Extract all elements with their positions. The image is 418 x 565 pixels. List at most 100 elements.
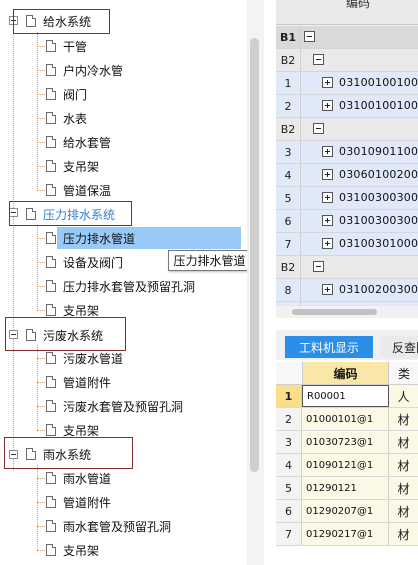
grid-row[interactable]: 3 030109011001 [276, 141, 418, 164]
tab-resource-display[interactable]: 工料机显示 [285, 336, 373, 358]
resource-row[interactable]: 7 01290217@1 材 [276, 523, 418, 546]
document-icon [46, 112, 56, 124]
tree-item[interactable]: 户内冷水管 [46, 59, 123, 81]
grid-row[interactable]: 1 031001001001 [276, 72, 418, 95]
row-number: 8 [276, 279, 301, 301]
resource-row[interactable]: 5 01290121 材 [276, 477, 418, 500]
expand-toggle[interactable] [322, 284, 333, 295]
row-number: 3 [276, 431, 302, 453]
tooltip: 压力排水管道 [168, 250, 251, 271]
tree-item-selected[interactable]: 压力排水管道 [46, 227, 135, 249]
grid-group-row[interactable]: B1 [276, 26, 418, 49]
tree-item[interactable]: 干管 [46, 35, 87, 57]
tree-item[interactable]: 管道附件 [46, 371, 111, 393]
tab-reverse-lookup[interactable]: 反查图 [380, 336, 418, 358]
tree-item[interactable]: 雨水套管及预留孔洞 [46, 515, 171, 537]
document-icon [46, 160, 56, 172]
row-number: 7 [276, 523, 302, 545]
resource-code[interactable]: R00001 [302, 385, 389, 407]
tree-item[interactable]: 设备及阀门 [46, 251, 123, 273]
tree-item[interactable]: 管道附件 [46, 491, 111, 513]
expand-toggle[interactable] [322, 77, 333, 88]
resource-code[interactable]: 01290121 [302, 477, 389, 499]
tree-scrollbar[interactable] [247, 0, 264, 565]
grid-horizontal-scrollbar[interactable] [276, 306, 418, 318]
annotation-box [5, 317, 126, 351]
document-icon [46, 40, 56, 52]
column-header-code[interactable]: 编码 [302, 362, 389, 384]
row-number: 5 [276, 477, 302, 499]
expand-toggle[interactable] [322, 192, 333, 203]
row-number: 5 [276, 187, 301, 209]
item-code: 030601002002 [339, 168, 418, 181]
document-icon [46, 256, 56, 268]
resource-grid-header: 编码 类别 [276, 362, 418, 398]
scrollbar-thumb[interactable] [292, 309, 377, 315]
expand-toggle[interactable] [322, 146, 333, 157]
resource-row[interactable]: 6 01290207@1 材 [276, 500, 418, 523]
annotation-box [13, 9, 110, 34]
grid-row[interactable]: 4 030601002002 [276, 164, 418, 187]
expand-toggle[interactable] [322, 100, 333, 111]
item-code: 031003003003 [339, 191, 418, 204]
row-number: B1 [276, 26, 301, 48]
expand-toggle[interactable] [322, 215, 333, 226]
resource-row[interactable]: 2 01000101@1 材 [276, 408, 418, 431]
tree-item[interactable]: 支吊架 [46, 539, 99, 561]
tree-item[interactable]: 雨水管道 [46, 467, 111, 489]
grid-row[interactable]: 8 031002003007 [276, 279, 418, 302]
tree-item[interactable]: 污废水套管及预留孔洞 [46, 395, 183, 417]
grid-row[interactable]: 6 031003003004 [276, 210, 418, 233]
resource-category: 材 [389, 454, 418, 476]
resource-code[interactable]: 01090121@1 [302, 454, 389, 476]
resource-code[interactable]: 01290207@1 [302, 500, 389, 522]
document-icon [46, 64, 56, 76]
grid-group-row[interactable]: B2 [276, 49, 418, 72]
item-code: 031001001001 [339, 76, 418, 89]
tree-panel: 给水系统 干管 户内冷水管 阀门 水表 给水套管 支吊架 管道保温 压力排水系统… [0, 0, 264, 565]
row-number: 3 [276, 141, 301, 163]
item-code: 031001001002 [339, 99, 418, 112]
tree-connector [13, 18, 14, 470]
row-number: 1 [276, 385, 302, 407]
resource-row[interactable]: 3 01030723@1 材 [276, 431, 418, 454]
grid-group-row[interactable]: B2 [276, 118, 418, 141]
expand-toggle[interactable] [322, 238, 333, 249]
resource-code[interactable]: 01290217@1 [302, 523, 389, 545]
resource-code[interactable]: 01000101@1 [302, 408, 389, 430]
tree-item[interactable]: 水表 [46, 107, 87, 129]
resource-category: 材 [389, 408, 418, 430]
tree-item[interactable]: 压力排水套管及预留孔洞 [46, 275, 195, 297]
grid-row[interactable]: 7 031003010001 [276, 233, 418, 256]
resource-panel: 工料机显示 反查图 编码 类别 1R00001人201000101@1材3010… [276, 330, 418, 565]
row-number: 7 [276, 233, 301, 255]
resource-row[interactable]: 4 01090121@1 材 [276, 454, 418, 477]
resource-category: 材 [389, 523, 418, 545]
grid-group-row[interactable]: B2 [276, 256, 418, 279]
tree-item[interactable]: 阀门 [46, 83, 87, 105]
grid-row[interactable]: 2 031001001002 [276, 95, 418, 118]
collapse-toggle[interactable] [313, 123, 324, 134]
tree-item[interactable]: 支吊架 [46, 155, 99, 177]
collapse-toggle[interactable] [313, 54, 324, 65]
document-icon [46, 376, 56, 388]
document-icon [46, 520, 56, 532]
annotation-box [4, 437, 133, 469]
resource-category: 材 [389, 431, 418, 453]
collapse-toggle[interactable] [313, 261, 324, 272]
resource-code[interactable]: 01030723@1 [302, 431, 389, 453]
resource-row[interactable]: 1 R00001 人 [276, 385, 418, 408]
tree-item[interactable]: 给水套管 [46, 131, 111, 153]
document-icon [46, 304, 56, 316]
item-code: 030109011001 [339, 145, 418, 158]
annotation-box [9, 201, 132, 226]
code-grid: 编码 B1 B2 1 031001001001 2 031001001002 B2 3 0301… [276, 0, 418, 318]
document-icon [46, 232, 56, 244]
scrollbar-thumb[interactable] [250, 38, 259, 472]
document-icon [46, 352, 56, 364]
expand-toggle[interactable] [322, 169, 333, 180]
grid-row[interactable]: 5 031003003003 [276, 187, 418, 210]
tree-item[interactable]: 管道保温 [46, 179, 111, 201]
document-icon [46, 472, 56, 484]
collapse-toggle[interactable] [304, 31, 315, 42]
